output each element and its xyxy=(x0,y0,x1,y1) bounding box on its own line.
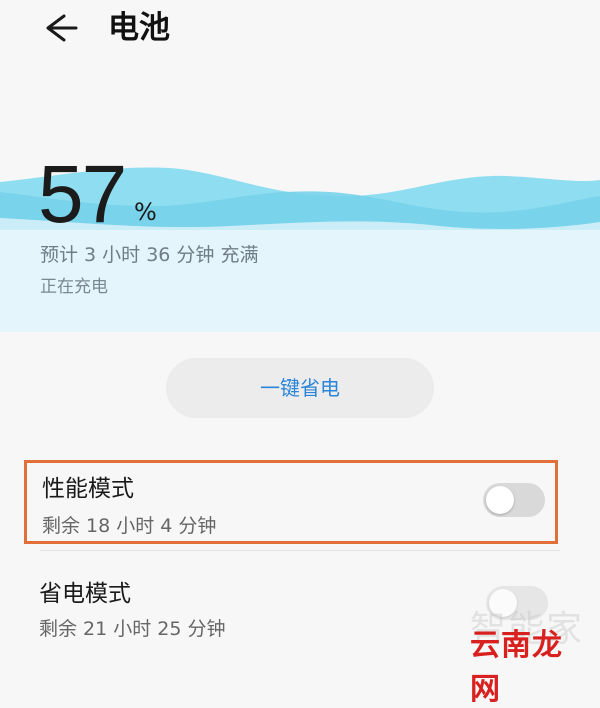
charge-estimate: 预计 3 小时 36 分钟 充满 xyxy=(40,244,259,266)
battery-percent-unit: % xyxy=(134,198,157,226)
performance-mode-title: 性能模式 xyxy=(42,476,134,502)
divider xyxy=(40,550,560,551)
power-saving-mode-remaining: 剩余 21 小时 25 分钟 xyxy=(39,618,226,640)
performance-mode-row[interactable]: 性能模式 剩余 18 小时 4 分钟 xyxy=(24,460,558,544)
toggle-knob xyxy=(486,486,514,514)
top-bar: 电池 xyxy=(0,0,600,60)
power-saving-mode-toggle[interactable] xyxy=(486,586,548,620)
one-key-save-button[interactable]: 一键省电 xyxy=(166,358,434,418)
arrow-left-icon xyxy=(46,14,78,42)
performance-mode-remaining: 剩余 18 小时 4 分钟 xyxy=(42,515,217,537)
back-button[interactable] xyxy=(38,8,82,48)
page-title: 电池 xyxy=(108,10,170,46)
power-saving-mode-title: 省电模式 xyxy=(39,581,131,607)
performance-mode-toggle[interactable] xyxy=(483,483,545,517)
toggle-knob xyxy=(489,589,517,617)
power-saving-mode-row[interactable]: 省电模式 剩余 21 小时 25 分钟 xyxy=(24,556,558,640)
charging-status: 正在充电 xyxy=(40,277,108,297)
battery-percent: 57 xyxy=(38,149,127,240)
